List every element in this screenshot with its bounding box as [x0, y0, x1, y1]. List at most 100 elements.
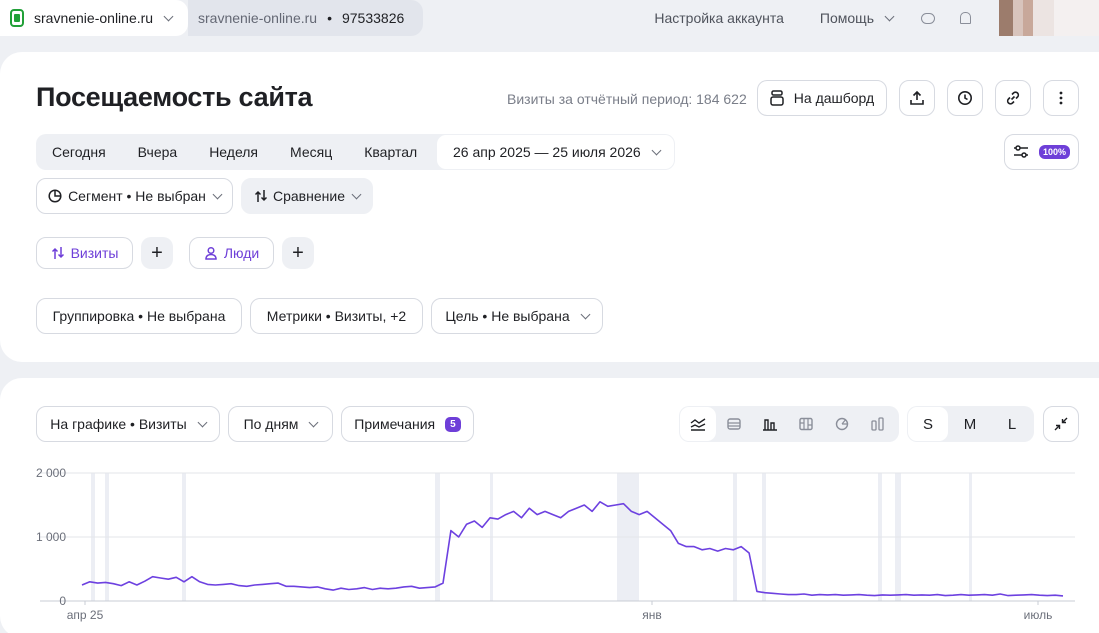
period-range-picker[interactable]: 26 апр 2025 — 25 июля 2026 — [437, 135, 674, 169]
help-menu[interactable]: Помощь — [819, 10, 895, 26]
counter-selector[interactable]: sravnenie-online.ru • 97533826 — [188, 0, 423, 36]
comparison-label: Сравнение — [273, 188, 345, 204]
sampling-badge: 100% — [1038, 145, 1071, 159]
export-button[interactable] — [899, 80, 935, 116]
site-selector[interactable]: sravnenie-online.ru — [0, 0, 188, 36]
segment-selector[interactable]: Сегмент • Не выбран — [36, 178, 233, 214]
notes-label: Примечания — [354, 416, 436, 432]
site-favicon-icon — [10, 9, 24, 27]
chart-y-tick-label: 2 000 — [36, 466, 66, 480]
period-quarter[interactable]: Квартал — [348, 144, 433, 160]
to-dashboard-button[interactable]: На дашборд — [757, 80, 887, 116]
chevron-down-icon — [351, 189, 362, 199]
detail-label: По дням — [243, 416, 299, 432]
top-bar: sravnenie-online.ru sravnenie-online.ru … — [0, 0, 1099, 36]
report-settings-panel: Посещаемость сайта Визиты за отчётный пе… — [0, 52, 1099, 362]
account-settings-link[interactable]: Настройка аккаунта — [654, 10, 784, 26]
chevron-down-icon — [308, 417, 319, 427]
comparison-selector[interactable]: Сравнение — [241, 178, 373, 214]
chart-type-bar[interactable] — [752, 407, 788, 441]
stacked-chart-icon — [799, 417, 813, 431]
area-chart-icon — [727, 418, 741, 430]
bar-chart-icon — [763, 419, 777, 431]
more-button[interactable] — [1043, 80, 1079, 116]
grouping-label: Группировка • Не выбрана — [52, 308, 226, 324]
pie-chart-icon — [835, 417, 849, 431]
link-icon — [1006, 91, 1020, 105]
visits-series-line — [81, 500, 1064, 597]
chat-icon[interactable] — [921, 12, 935, 24]
people-chip[interactable]: Люди — [189, 237, 274, 269]
visits-chip-label: Визиты — [70, 245, 119, 261]
chevron-down-icon — [580, 309, 591, 319]
period-selector: Сегодня Вчера Неделя Месяц Квартал 26 ап… — [36, 134, 675, 170]
period-today[interactable]: Сегодня — [36, 144, 122, 160]
sampling-button[interactable]: 100% — [1004, 134, 1079, 170]
chart-type-selector — [679, 406, 899, 442]
detail-selector[interactable]: По дням — [228, 406, 333, 442]
chart-y-tick-label: 0 — [59, 594, 66, 608]
add-people-filter-button[interactable]: + — [282, 237, 314, 269]
chart-type-stacked[interactable] — [788, 407, 824, 441]
person-icon — [205, 246, 217, 260]
chevron-down-icon — [212, 189, 223, 199]
chevron-down-icon — [197, 417, 208, 427]
chevron-down-icon — [651, 145, 662, 155]
stack-icon — [770, 90, 784, 106]
line-chart-icon — [690, 418, 706, 431]
collapse-chart-button[interactable] — [1043, 406, 1079, 442]
period-range-label: 26 апр 2025 — 25 июля 2026 — [453, 144, 641, 160]
visits-total: Визиты за отчётный период: 184 622 — [507, 91, 747, 107]
chart-x-tick-label: июль — [1024, 608, 1053, 622]
collapse-icon — [1054, 417, 1068, 431]
notes-button[interactable]: Примечания 5 — [341, 406, 474, 442]
metrics-selector[interactable]: Метрики • Визиты, +2 — [250, 298, 423, 334]
history-button[interactable] — [947, 80, 983, 116]
to-dashboard-label: На дашборд — [793, 90, 875, 106]
chart-y-tick-label: 1 000 — [36, 530, 66, 544]
size-s[interactable]: S — [908, 407, 948, 441]
copy-link-button[interactable] — [995, 80, 1031, 116]
compare-icon — [51, 247, 64, 259]
upload-icon — [910, 90, 924, 105]
visits-chip[interactable]: Визиты — [36, 237, 133, 269]
grouping-selector[interactable]: Группировка • Не выбрана — [36, 298, 242, 334]
period-month[interactable]: Месяц — [274, 144, 348, 160]
goal-label: Цель • Не выбрана — [445, 308, 570, 324]
page-title: Посещаемость сайта — [36, 82, 313, 112]
chevron-down-icon — [163, 11, 174, 21]
period-yesterday[interactable]: Вчера — [122, 144, 194, 160]
sliders-icon — [1013, 145, 1028, 158]
notes-count-badge: 5 — [445, 416, 461, 432]
size-l[interactable]: L — [992, 407, 1032, 441]
people-chip-label: Люди — [223, 245, 260, 261]
compare-icon — [254, 190, 268, 202]
site-name: sravnenie-online.ru — [34, 10, 154, 26]
column-chart-icon — [871, 417, 884, 431]
chart-x-tick-label: апр 25 — [67, 608, 104, 622]
chart-type-pie[interactable] — [824, 407, 860, 441]
bell-icon[interactable] — [960, 12, 971, 24]
add-visits-filter-button[interactable]: + — [141, 237, 173, 269]
clock-icon — [958, 91, 972, 105]
chart-x-tick-label: янв — [642, 608, 662, 622]
segment-label: Сегмент • Не выбран — [68, 188, 206, 204]
size-m[interactable]: M — [950, 407, 990, 441]
chart-type-columns[interactable] — [860, 407, 896, 441]
metrics-label: Метрики • Визиты, +2 — [266, 308, 407, 324]
chart-size-selector: S M L — [907, 406, 1034, 442]
chart-metric-selector[interactable]: На графике • Визиты — [36, 406, 220, 442]
goal-selector[interactable]: Цель • Не выбрана — [431, 298, 603, 334]
chart-type-area[interactable] — [716, 407, 752, 441]
counter-separator: • — [327, 10, 332, 26]
counter-id: 97533826 — [341, 10, 405, 26]
pie-icon — [48, 189, 62, 203]
period-week[interactable]: Неделя — [193, 144, 274, 160]
chart-type-line[interactable] — [680, 407, 716, 441]
help-label: Помощь — [819, 10, 874, 26]
avatar[interactable] — [999, 0, 1099, 36]
counter-site: sravnenie-online.ru — [198, 10, 318, 26]
more-vertical-icon — [1059, 91, 1063, 105]
chart-metric-label: На графике • Визиты — [50, 416, 187, 432]
visits-line-chart: 0 1 000 2 000 апр 25 янв июль — [36, 466, 1075, 622]
